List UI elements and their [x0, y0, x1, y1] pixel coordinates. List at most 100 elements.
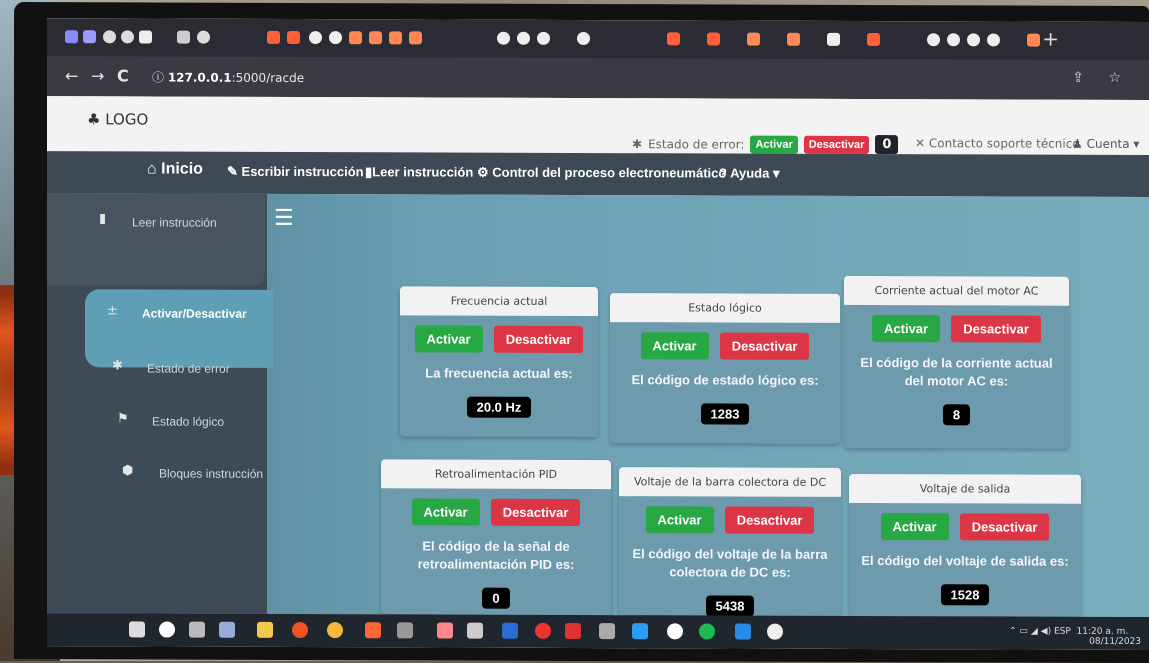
support-link[interactable]: ✕ Contacto soporte técnico	[915, 136, 1080, 151]
tab-icon[interactable]	[349, 31, 362, 45]
menu-toggle-icon[interactable]: ☰	[274, 206, 294, 231]
taskbar-app-icon[interactable]	[667, 623, 683, 640]
tia-portal-icon[interactable]	[397, 622, 413, 639]
activate-button[interactable]: Activar	[645, 506, 714, 534]
deactivate-button[interactable]: Desactivar	[719, 332, 810, 360]
tab-icon[interactable]	[667, 32, 680, 46]
taskbar-app-icon[interactable]	[599, 623, 615, 640]
url-input[interactable]: ⓘ 127.0.0.1:5000/racde	[152, 69, 304, 87]
opera-icon[interactable]	[292, 621, 308, 639]
deactivate-button[interactable]: Desactivar	[959, 513, 1050, 541]
card-output-voltage: Voltaje de salida Activar Desactivar El …	[849, 473, 1081, 617]
sidebar-item-error-state[interactable]: Estado de error	[147, 361, 230, 375]
card-value: 5438	[705, 595, 755, 617]
card-motor-current: Corriente actual del motor AC Activar De…	[844, 275, 1069, 449]
taskbar-app-icon[interactable]	[565, 622, 581, 639]
nav-help-label: Ayuda	[730, 165, 770, 181]
nav-home[interactable]: ⌂ Inicio	[147, 160, 203, 178]
activate-button[interactable]: Activar	[872, 315, 941, 343]
new-tab-icon[interactable]: +	[1042, 27, 1059, 51]
deactivate-button[interactable]: Desactivar	[724, 506, 815, 534]
tab-icon[interactable]	[309, 31, 322, 45]
account-label: Cuenta	[1086, 136, 1130, 151]
tab-icon[interactable]	[267, 30, 280, 44]
tab-icon[interactable]	[177, 30, 190, 44]
support-label: Contacto soporte técnico	[928, 136, 1080, 151]
tab-icon[interactable]	[787, 32, 800, 46]
tab-icon[interactable]	[389, 31, 402, 45]
card-text: El código de la corriente actual del mot…	[860, 354, 1053, 389]
tab-icon[interactable]	[287, 30, 300, 45]
taskbar-app-icon[interactable]	[535, 622, 551, 639]
mail-icon[interactable]	[632, 623, 648, 640]
deactivate-button[interactable]: Desactivar	[490, 498, 581, 526]
clock-date: 08/11/2023	[1089, 636, 1141, 647]
tab-icon[interactable]	[947, 33, 960, 47]
back-icon[interactable]: ←	[65, 66, 78, 85]
card-text: El código de la señal de retroalimentaci…	[417, 538, 575, 572]
tab-icon[interactable]	[827, 32, 840, 46]
spotify-icon[interactable]	[699, 623, 715, 640]
tab-icon[interactable]	[197, 30, 210, 44]
share-icon[interactable]: ⇪ ☆	[1072, 70, 1131, 86]
deactivate-button[interactable]: Desactivar	[493, 325, 584, 354]
taskbar-app-icon[interactable]	[219, 621, 235, 638]
tab-icon[interactable]	[867, 32, 880, 47]
taskbar-app-icon[interactable]	[467, 622, 483, 639]
taskbar-app-icon[interactable]	[437, 622, 453, 639]
taskview-icon[interactable]	[189, 621, 205, 638]
sidebar-item-read[interactable]: Leer instrucción	[132, 215, 217, 229]
sidebar-item-activate[interactable]: Activar/Desactivar	[142, 306, 247, 320]
nav-control[interactable]: ⚙ Control del proceso electroneumático	[477, 165, 726, 182]
vscode-icon[interactable]	[735, 623, 751, 640]
activate-button[interactable]: Activar	[880, 513, 949, 541]
nav-help[interactable]: ? Ayuda ▾	[719, 165, 779, 181]
tab-icon[interactable]	[83, 30, 96, 44]
tab-icon[interactable]	[329, 31, 342, 45]
header-activate-button[interactable]: Activar	[750, 135, 798, 154]
tab-icon[interactable]	[103, 30, 116, 44]
tab-icon[interactable]	[927, 33, 940, 47]
chrome-icon[interactable]	[327, 622, 343, 639]
tab-icon[interactable]	[577, 31, 590, 46]
firefox-icon[interactable]	[365, 622, 381, 639]
tab-icon[interactable]	[121, 30, 134, 44]
forward-icon[interactable]: →	[91, 66, 104, 85]
tab-icon[interactable]	[517, 31, 530, 45]
start-icon[interactable]	[129, 621, 145, 638]
activate-button[interactable]: Activar	[414, 325, 483, 353]
header-deactivate-button[interactable]: Desactivar	[803, 135, 870, 154]
tab-icon[interactable]	[707, 32, 720, 46]
language-indicator: ESP	[1053, 626, 1071, 637]
nav-write[interactable]: ✎ Escribir instrucción	[227, 164, 364, 180]
logo[interactable]: ♣ LOGO	[87, 110, 148, 128]
tab-icon[interactable]	[369, 31, 382, 45]
search-icon[interactable]	[159, 621, 175, 638]
activate-button[interactable]: Activar	[640, 332, 709, 360]
word-icon[interactable]	[502, 622, 518, 639]
account-menu[interactable]: ♟ Cuenta ▾	[1072, 137, 1139, 151]
deactivate-button[interactable]: Desactivar	[951, 315, 1041, 343]
site-header: ♣ LOGO ✱ Estado de error: Activar Desact…	[47, 96, 1149, 155]
sidebar-active-bg	[85, 289, 273, 368]
sidebar-item-logic-state[interactable]: Estado lógico	[152, 415, 224, 429]
nav-read-label: Leer instrucción	[372, 164, 474, 180]
tab-icon[interactable]	[65, 30, 78, 44]
folder-icon[interactable]	[257, 621, 273, 638]
sidebar-item-blocks[interactable]: Bloques instrucción	[159, 467, 263, 481]
tab-icon[interactable]	[409, 31, 422, 45]
reload-icon[interactable]: C	[117, 66, 129, 85]
tab-icon[interactable]	[497, 31, 510, 45]
system-tray[interactable]: ⌃ ▭ ◢ ◀) ESP 11:20 a. m. 08/11/2023	[1009, 626, 1141, 646]
error-status-group: ✱ Estado de error: Activar Desactivar 0	[632, 134, 899, 155]
tab-icon[interactable]	[967, 33, 980, 47]
clock-time: 11:20 a. m.	[1076, 626, 1129, 637]
tab-icon[interactable]	[747, 32, 760, 46]
tab-icon[interactable]	[537, 31, 550, 45]
tab-icon[interactable]	[1027, 33, 1040, 47]
tab-icon[interactable]	[987, 33, 1000, 47]
tab-icon[interactable]	[139, 30, 152, 44]
nav-read[interactable]: ▮Leer instrucción	[365, 164, 473, 180]
activate-button[interactable]: Activar	[411, 498, 480, 526]
taskbar-app-icon[interactable]	[767, 623, 783, 640]
